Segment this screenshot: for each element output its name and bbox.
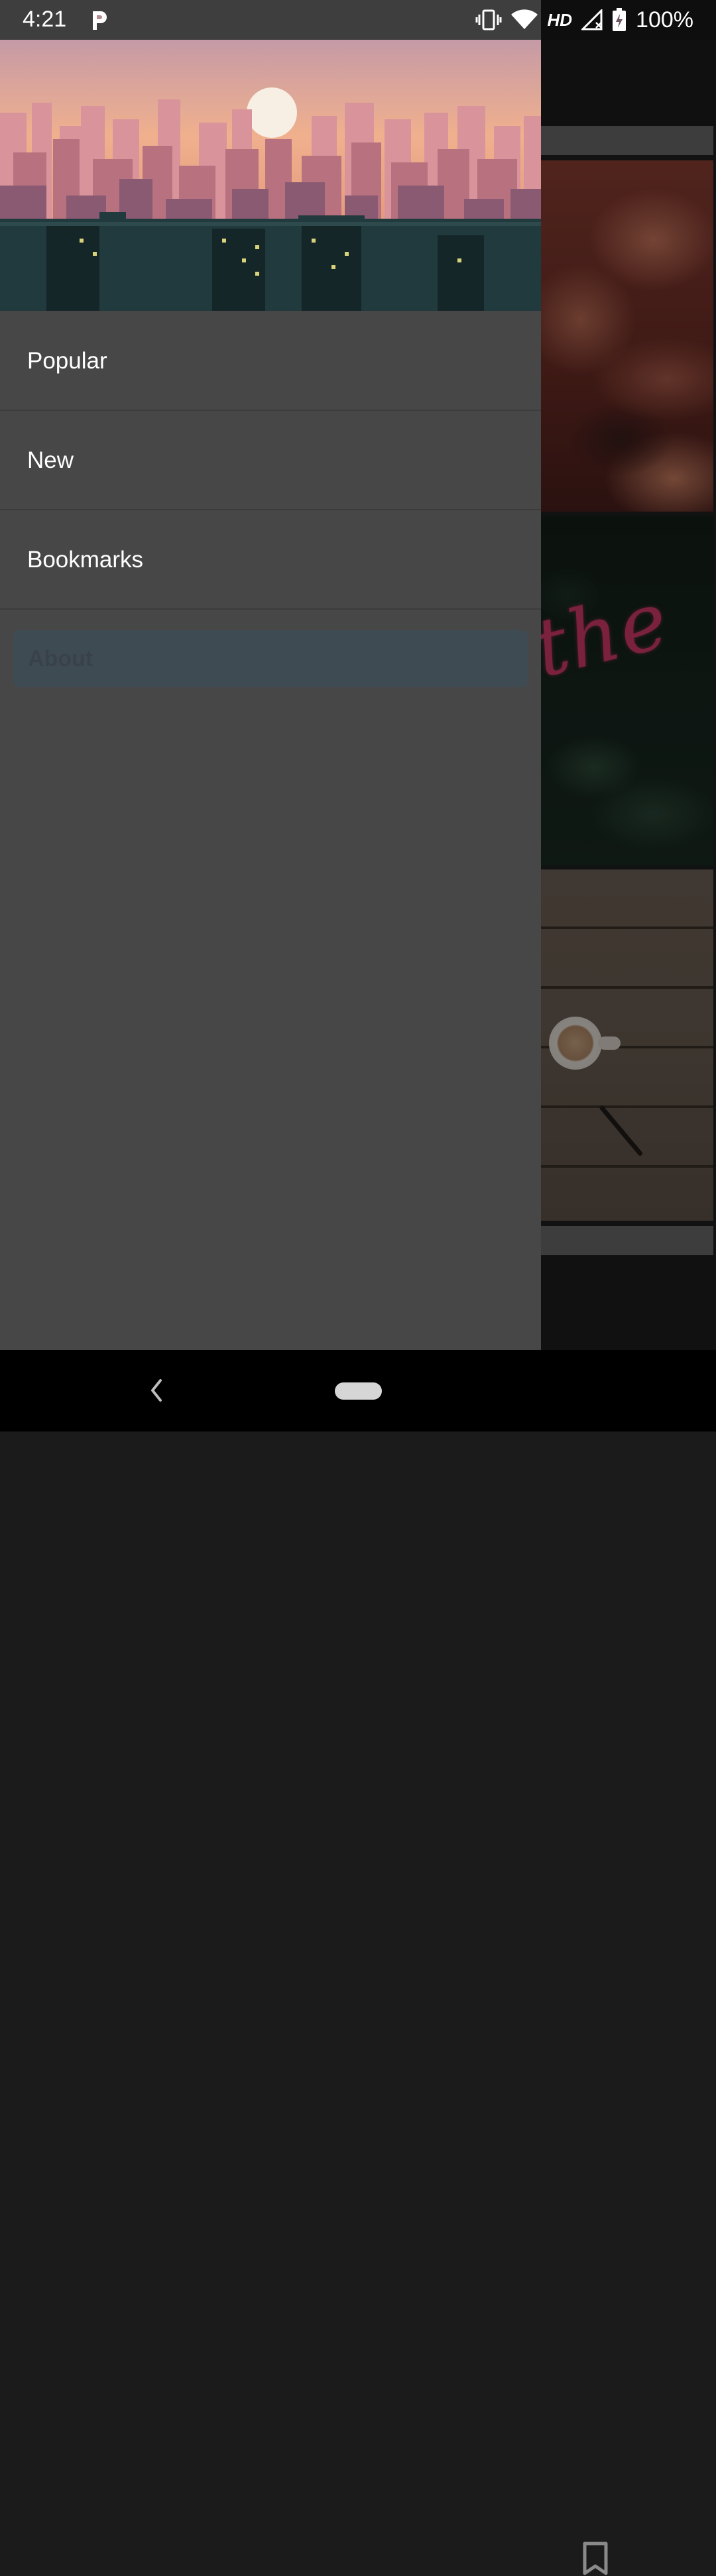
wifi-icon bbox=[511, 9, 538, 29]
bookmark-icon[interactable] bbox=[582, 2542, 609, 2576]
home-pill[interactable] bbox=[335, 1382, 382, 1400]
drawer-item-label: Popular bbox=[27, 348, 107, 374]
signal-icon bbox=[581, 9, 603, 30]
navigation-drawer: Popular New Bookmarks About bbox=[0, 0, 541, 1350]
battery-percent: 100% bbox=[636, 7, 693, 32]
drawer-item-bookmarks[interactable]: Bookmarks bbox=[0, 512, 541, 610]
vibrate-icon bbox=[475, 9, 502, 30]
status-time: 4:21 bbox=[23, 7, 67, 32]
drawer-item-label: Bookmarks bbox=[27, 547, 144, 573]
city-skyline-illustration bbox=[0, 40, 541, 311]
drawer-header-image bbox=[0, 40, 541, 311]
drawer-item-label: About bbox=[28, 645, 93, 671]
drawer-item-about[interactable]: About bbox=[13, 630, 528, 687]
system-nav-bar bbox=[0, 1350, 716, 1431]
battery-charging-icon bbox=[613, 8, 626, 31]
network-type-label: HD bbox=[547, 9, 573, 30]
drawer-item-new[interactable]: New bbox=[0, 412, 541, 510]
parking-app-icon bbox=[93, 11, 107, 30]
drawer-item-popular[interactable]: Popular bbox=[0, 313, 541, 411]
back-icon[interactable] bbox=[146, 1375, 166, 1406]
status-bar: 4:21 HD 100% bbox=[0, 0, 716, 40]
drawer-item-label: New bbox=[27, 447, 74, 473]
